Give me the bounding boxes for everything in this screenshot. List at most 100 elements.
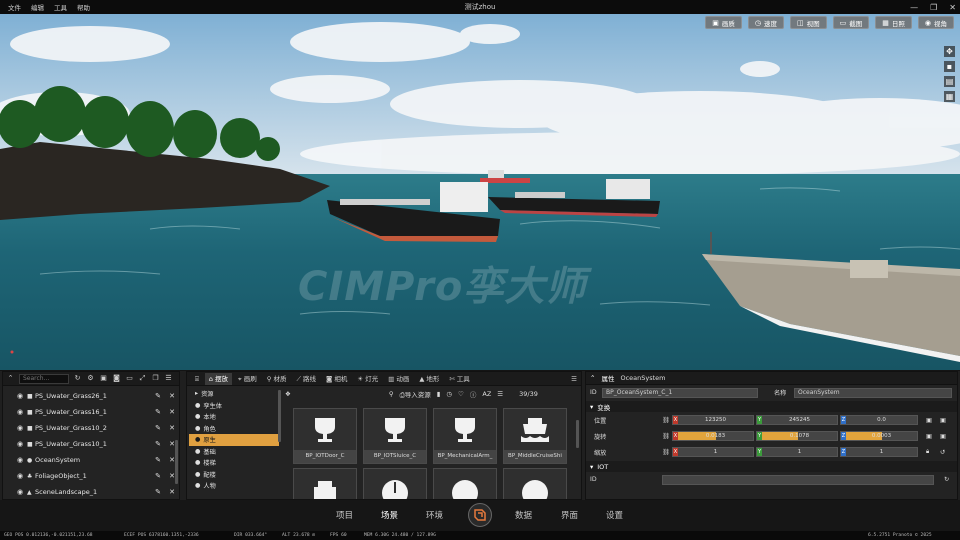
visibility-icon[interactable]: ◉ xyxy=(17,472,27,480)
delete-icon[interactable]: ✕ xyxy=(165,408,179,416)
list-item[interactable]: ◉ ■ PS_Uwater_Grass10_2 ✎ ✕ xyxy=(3,420,179,436)
minimize-button[interactable]: — xyxy=(910,3,918,12)
category-item[interactable]: ● 本地 xyxy=(189,411,279,423)
category-item[interactable]: ● 基础 xyxy=(189,446,279,458)
view-button[interactable]: ◫ 视图 xyxy=(790,16,827,29)
category-item[interactable]: ● 孪生体 xyxy=(189,400,279,412)
copy-icon[interactable]: ▣ xyxy=(926,417,932,424)
expand-icon[interactable]: ⤢ xyxy=(138,374,147,383)
menu-edit[interactable]: 编辑 xyxy=(29,2,52,12)
visibility-icon[interactable]: ◉ xyxy=(17,392,27,400)
link-icon[interactable]: ⛓ xyxy=(662,448,670,456)
position-z-field[interactable]: Z 0.0 xyxy=(840,415,918,425)
move-tool-icon[interactable]: ✥ xyxy=(944,46,955,57)
asset-scrollbar[interactable] xyxy=(576,420,579,448)
nav-interface[interactable]: 界面 xyxy=(561,509,578,521)
tab-route[interactable]: ⟋ 路线 xyxy=(292,373,320,385)
nav-data[interactable]: 数据 xyxy=(515,509,532,521)
asset-tile[interactable] xyxy=(293,468,357,499)
trash-icon[interactable]: ▮ xyxy=(437,390,441,398)
menu-help[interactable]: 帮助 xyxy=(75,2,98,12)
edit-icon[interactable]: ✎ xyxy=(151,424,165,432)
delete-icon[interactable]: ✕ xyxy=(165,488,179,496)
heart-icon[interactable]: ♡ xyxy=(458,390,464,398)
category-item[interactable]: ● 配楼 xyxy=(189,469,279,481)
history-icon[interactable]: ◷ xyxy=(446,390,452,398)
link-icon[interactable]: ⛓ xyxy=(662,432,670,440)
delete-icon[interactable]: ✕ xyxy=(165,424,179,432)
collapse-icon[interactable]: ⌃ xyxy=(590,374,595,382)
map-tool-icon[interactable]: ▪ xyxy=(944,61,955,72)
collapse-icon[interactable]: ⌸ xyxy=(191,373,203,385)
list-item[interactable]: ◉ ■ PS_Uwater_Grass10_1 ✎ ✕ xyxy=(3,436,179,452)
position-y-field[interactable]: Y 245245 xyxy=(756,415,838,425)
rotation-z-field[interactable]: Z 0.0003 xyxy=(840,431,918,441)
edit-icon[interactable]: ✎ xyxy=(151,440,165,448)
outliner-scrollbar[interactable] xyxy=(175,440,178,484)
name-field[interactable]: OceanSystem xyxy=(794,387,952,398)
grid-tool-icon[interactable]: ▦ xyxy=(944,91,955,102)
category-item[interactable]: ▸ 资源 xyxy=(189,388,279,400)
id-field[interactable]: BP_OceanSystem_C_1 xyxy=(602,387,758,398)
tab-brush[interactable]: ⌖ 画刷 xyxy=(234,373,261,385)
quality-button[interactable]: ▣ 画质 xyxy=(705,16,742,29)
scale-x-field[interactable]: X1 xyxy=(672,447,754,457)
collapse-icon[interactable]: ⌃ xyxy=(6,374,15,383)
delete-icon[interactable]: ✕ xyxy=(165,392,179,400)
list-item[interactable]: ◉ ♣ FoliageObject_1 ✎ ✕ xyxy=(3,468,179,484)
back-icon[interactable]: ❖ xyxy=(285,390,291,398)
asset-tile[interactable]: BP_MechanicalArm_ xyxy=(433,408,497,464)
frame-icon[interactable]: ▣ xyxy=(99,374,108,383)
category-item[interactable]: ● 角色 xyxy=(189,423,279,435)
maximize-button[interactable]: ❐ xyxy=(930,3,937,12)
app-logo-button[interactable] xyxy=(468,503,492,527)
settings-icon[interactable]: ⚙ xyxy=(86,374,95,383)
refresh-icon[interactable]: ↻ xyxy=(73,374,82,383)
tab-light[interactable]: ☀ 灯光 xyxy=(353,373,382,385)
edit-icon[interactable]: ✎ xyxy=(151,456,165,464)
scale-y-field[interactable]: Y1 xyxy=(756,447,838,457)
menu-tools[interactable]: 工具 xyxy=(52,2,75,12)
layer-tool-icon[interactable]: ▤ xyxy=(944,76,955,87)
tab-tools[interactable]: ✄ 工具 xyxy=(445,373,473,385)
tab-animation[interactable]: ▥ 动画 xyxy=(384,373,413,385)
paste-icon[interactable]: ▣ xyxy=(940,433,946,440)
visibility-icon[interactable]: ◉ xyxy=(17,456,27,464)
viewpoint-button[interactable]: ◉ 视角 xyxy=(917,16,954,29)
nav-settings[interactable]: 设置 xyxy=(606,509,623,521)
visibility-icon[interactable]: ◉ xyxy=(17,488,27,496)
nav-scene[interactable]: 场景 xyxy=(381,509,398,521)
edit-icon[interactable]: ✎ xyxy=(151,472,165,480)
asset-tile[interactable]: BP_IOTSluice_C xyxy=(363,408,427,464)
transform-section[interactable]: ▾ 变换 xyxy=(586,401,957,412)
filter-icon[interactable]: ☰ xyxy=(497,390,503,398)
category-item[interactable]: ● 楼梯 xyxy=(189,457,279,469)
list-item[interactable]: ◉ ■ PS_Uwater_Grass26_1 ✎ ✕ xyxy=(3,388,179,404)
asset-tile[interactable] xyxy=(503,468,567,499)
tab-terrain[interactable]: ▲ 地形 xyxy=(415,373,443,385)
asset-tile[interactable]: BP_IOTDoor_C xyxy=(293,408,357,464)
lock-icon[interactable]: 🔒︎ xyxy=(926,448,929,456)
category-item[interactable]: ● 人物 xyxy=(189,480,279,492)
sort-az-icon[interactable]: AZ xyxy=(482,390,491,398)
edit-icon[interactable]: ✎ xyxy=(151,488,165,496)
edit-icon[interactable]: ✎ xyxy=(151,408,165,416)
iot-id-select[interactable] xyxy=(662,474,934,485)
list-item[interactable]: ◉ ■ PS_Uwater_Grass16_1 ✎ ✕ xyxy=(3,404,179,420)
menu-icon[interactable]: ☰ xyxy=(567,373,581,385)
list-item[interactable]: ◉ ● OceanSystem ✎ ✕ xyxy=(3,452,179,468)
asset-tile[interactable] xyxy=(363,468,427,499)
position-x-field[interactable]: X 123250 xyxy=(672,415,754,425)
rotation-y-field[interactable]: Y 0.1078 xyxy=(756,431,838,441)
nav-project[interactable]: 项目 xyxy=(336,509,353,521)
visibility-icon[interactable]: ◉ xyxy=(17,440,27,448)
edit-icon[interactable]: ✎ xyxy=(151,392,165,400)
paste-icon[interactable]: ▣ xyxy=(940,417,946,424)
menu-file[interactable]: 文件 xyxy=(6,2,29,12)
camera-icon[interactable]: ◙ xyxy=(112,374,121,383)
link-icon[interactable]: ⛓ xyxy=(662,416,670,424)
sunlight-button[interactable]: ▦ 日照 xyxy=(875,16,912,29)
search-input[interactable]: Search... xyxy=(19,373,69,384)
copy-icon[interactable]: ❐ xyxy=(151,374,160,383)
import-button[interactable]: ⎙导入资源 xyxy=(400,389,431,400)
